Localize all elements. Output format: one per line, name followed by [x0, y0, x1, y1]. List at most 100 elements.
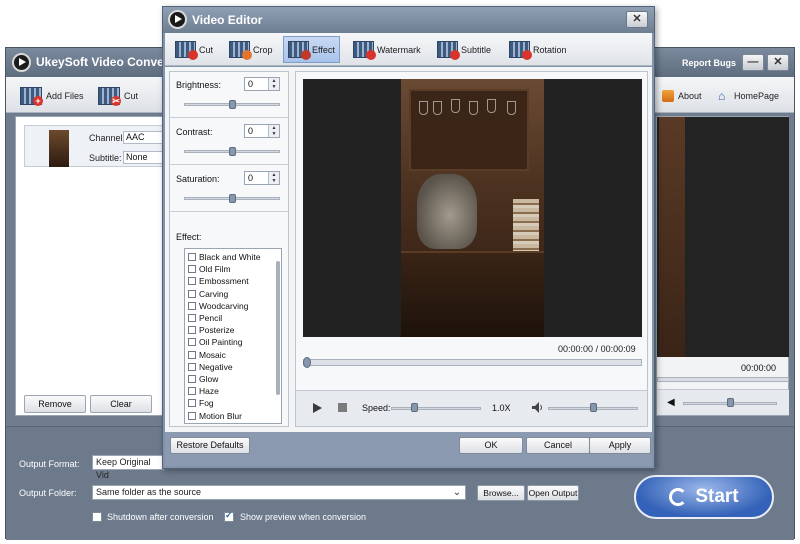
open-output-button[interactable]: Open Output	[527, 485, 579, 501]
tab-crop[interactable]: Crop	[225, 36, 277, 63]
video-frame	[401, 79, 544, 337]
tab-watermark[interactable]: Watermark	[349, 36, 425, 63]
add-files-button[interactable]: + Add Files	[20, 86, 84, 106]
effect-list-scrollbar[interactable]	[276, 261, 280, 395]
effect-checkbox[interactable]	[188, 253, 196, 261]
effect-item[interactable]: Fog	[188, 397, 214, 409]
effect-item[interactable]: Posterize	[188, 324, 234, 336]
saturation-slider-thumb[interactable]	[229, 194, 236, 203]
homepage-button[interactable]: ⌂ HomePage	[718, 86, 779, 106]
effect-checkbox[interactable]	[188, 301, 196, 310]
clear-button[interactable]: Clear	[90, 395, 152, 413]
cat-figure	[417, 174, 477, 249]
effect-checkbox[interactable]	[188, 338, 196, 347]
effect-item[interactable]: Woodcarving	[188, 300, 248, 312]
effect-checkbox[interactable]	[188, 326, 196, 335]
speed-label: Speed:	[362, 403, 391, 413]
chevron-down-icon[interactable]: ⌄	[450, 486, 464, 499]
effect-label: Fog	[199, 398, 214, 409]
effect-checkbox[interactable]	[188, 375, 196, 383]
tab-cut[interactable]: Cut	[171, 36, 217, 63]
close-button[interactable]: ✕	[767, 54, 789, 71]
app-logo-icon	[12, 53, 31, 72]
spin-arrows-icon[interactable]: ▲ ▼	[268, 125, 279, 137]
seek-bar[interactable]	[303, 359, 642, 366]
brightness-label: Brightness:	[176, 80, 222, 90]
tab-effect[interactable]: Effect	[283, 36, 340, 63]
add-files-icon: +	[20, 87, 43, 106]
effect-item[interactable]: Haze	[188, 385, 219, 397]
effect-checkbox[interactable]	[188, 277, 196, 286]
effect-item[interactable]: Glow	[188, 373, 218, 385]
effect-checkbox[interactable]	[188, 289, 196, 298]
tab-label: Crop	[253, 44, 273, 55]
ok-button[interactable]: OK	[459, 437, 523, 454]
about-button[interactable]: About	[662, 86, 702, 106]
contrast-slider-thumb[interactable]	[229, 147, 236, 156]
effect-checkbox[interactable]	[188, 399, 196, 408]
saturation-spinner[interactable]: 0 ▲ ▼	[244, 171, 280, 185]
saturation-group: Saturation: 0 ▲ ▼	[170, 166, 288, 212]
effect-checkbox[interactable]	[188, 314, 196, 322]
effect-item[interactable]: Carving	[188, 288, 228, 300]
volume-slider-thumb[interactable]	[590, 403, 597, 412]
effect-label: Black and White	[199, 252, 261, 262]
start-button[interactable]: Start	[634, 475, 774, 519]
brightness-spinner[interactable]: 0 ▲ ▼	[244, 77, 280, 91]
effect-item[interactable]: Old Film	[188, 263, 231, 275]
channel-label: Channel:	[89, 133, 126, 143]
minimize-button[interactable]: —	[742, 54, 764, 71]
effect-checkbox[interactable]	[188, 387, 196, 396]
volume-icon[interactable]	[532, 402, 544, 413]
effect-item[interactable]: Mosaic	[188, 349, 226, 361]
effect-item[interactable]: Pencil	[188, 312, 222, 324]
effect-item[interactable]: Motion Blur	[188, 410, 242, 422]
dialog-close-button[interactable]: ✕	[626, 11, 648, 28]
file-list-item[interactable]: Channel: AAC Subtitle: None	[24, 125, 184, 167]
shutdown-checkbox[interactable]	[92, 512, 102, 522]
remove-button[interactable]: Remove	[24, 395, 86, 413]
browse-button[interactable]: Browse...	[477, 485, 525, 501]
effect-item[interactable]: Black and White	[188, 251, 260, 263]
report-bugs-link[interactable]: Report Bugs	[682, 58, 736, 68]
effect-checkbox[interactable]	[188, 265, 196, 274]
preview-pane: 00:00:00 ◀	[656, 116, 789, 416]
effect-item[interactable]: Oil Painting	[188, 336, 242, 348]
stop-icon[interactable]	[338, 403, 347, 412]
speed-slider[interactable]	[391, 407, 481, 410]
effect-checkbox[interactable]	[188, 362, 196, 371]
output-folder-select[interactable]: Same folder as the source	[92, 485, 466, 500]
tab-rotation[interactable]: Rotation	[505, 36, 571, 63]
effect-checkbox[interactable]	[188, 350, 196, 359]
contrast-label: Contrast:	[176, 127, 213, 137]
editor-tabs: Cut Crop Effect Watermark Subtitle Rotation	[165, 33, 652, 66]
player-controls: Speed: 1.0X	[296, 390, 647, 426]
output-format-select[interactable]: Keep Original Vid	[92, 455, 164, 480]
volume-icon[interactable]: ◀	[667, 398, 677, 408]
play-icon[interactable]	[313, 403, 322, 413]
cut-button[interactable]: ✂ Cut	[98, 86, 138, 106]
spin-arrows-icon[interactable]: ▲ ▼	[268, 78, 279, 90]
effect-label: Posterize	[199, 325, 235, 336]
show-preview-checkbox[interactable]	[224, 510, 234, 522]
apply-button[interactable]: Apply	[589, 437, 651, 454]
speed-slider-thumb[interactable]	[410, 403, 418, 412]
books-figure	[513, 199, 539, 251]
tab-subtitle[interactable]: Subtitle	[433, 36, 495, 63]
effect-checkbox[interactable]	[188, 411, 196, 420]
restore-defaults-button[interactable]: Restore Defaults	[170, 437, 250, 454]
cancel-button[interactable]: Cancel	[526, 437, 590, 454]
preview-volume-thumb[interactable]	[727, 398, 734, 407]
effect-item[interactable]: Embossment	[188, 275, 249, 287]
effect-label: Pencil	[199, 313, 223, 323]
shutdown-label: Shutdown after conversion	[107, 512, 214, 522]
spin-arrows-icon[interactable]: ▲ ▼	[268, 172, 279, 184]
effect-item[interactable]: Negative	[188, 361, 233, 373]
preview-seek-bar[interactable]	[657, 377, 789, 382]
brightness-slider-thumb[interactable]	[229, 100, 236, 109]
contrast-spinner[interactable]: 0 ▲ ▼	[244, 124, 280, 138]
tab-effect-icon	[288, 41, 311, 60]
preview-time: 00:00:00	[741, 363, 777, 373]
seek-thumb[interactable]	[303, 357, 311, 368]
about-icon	[662, 90, 674, 102]
